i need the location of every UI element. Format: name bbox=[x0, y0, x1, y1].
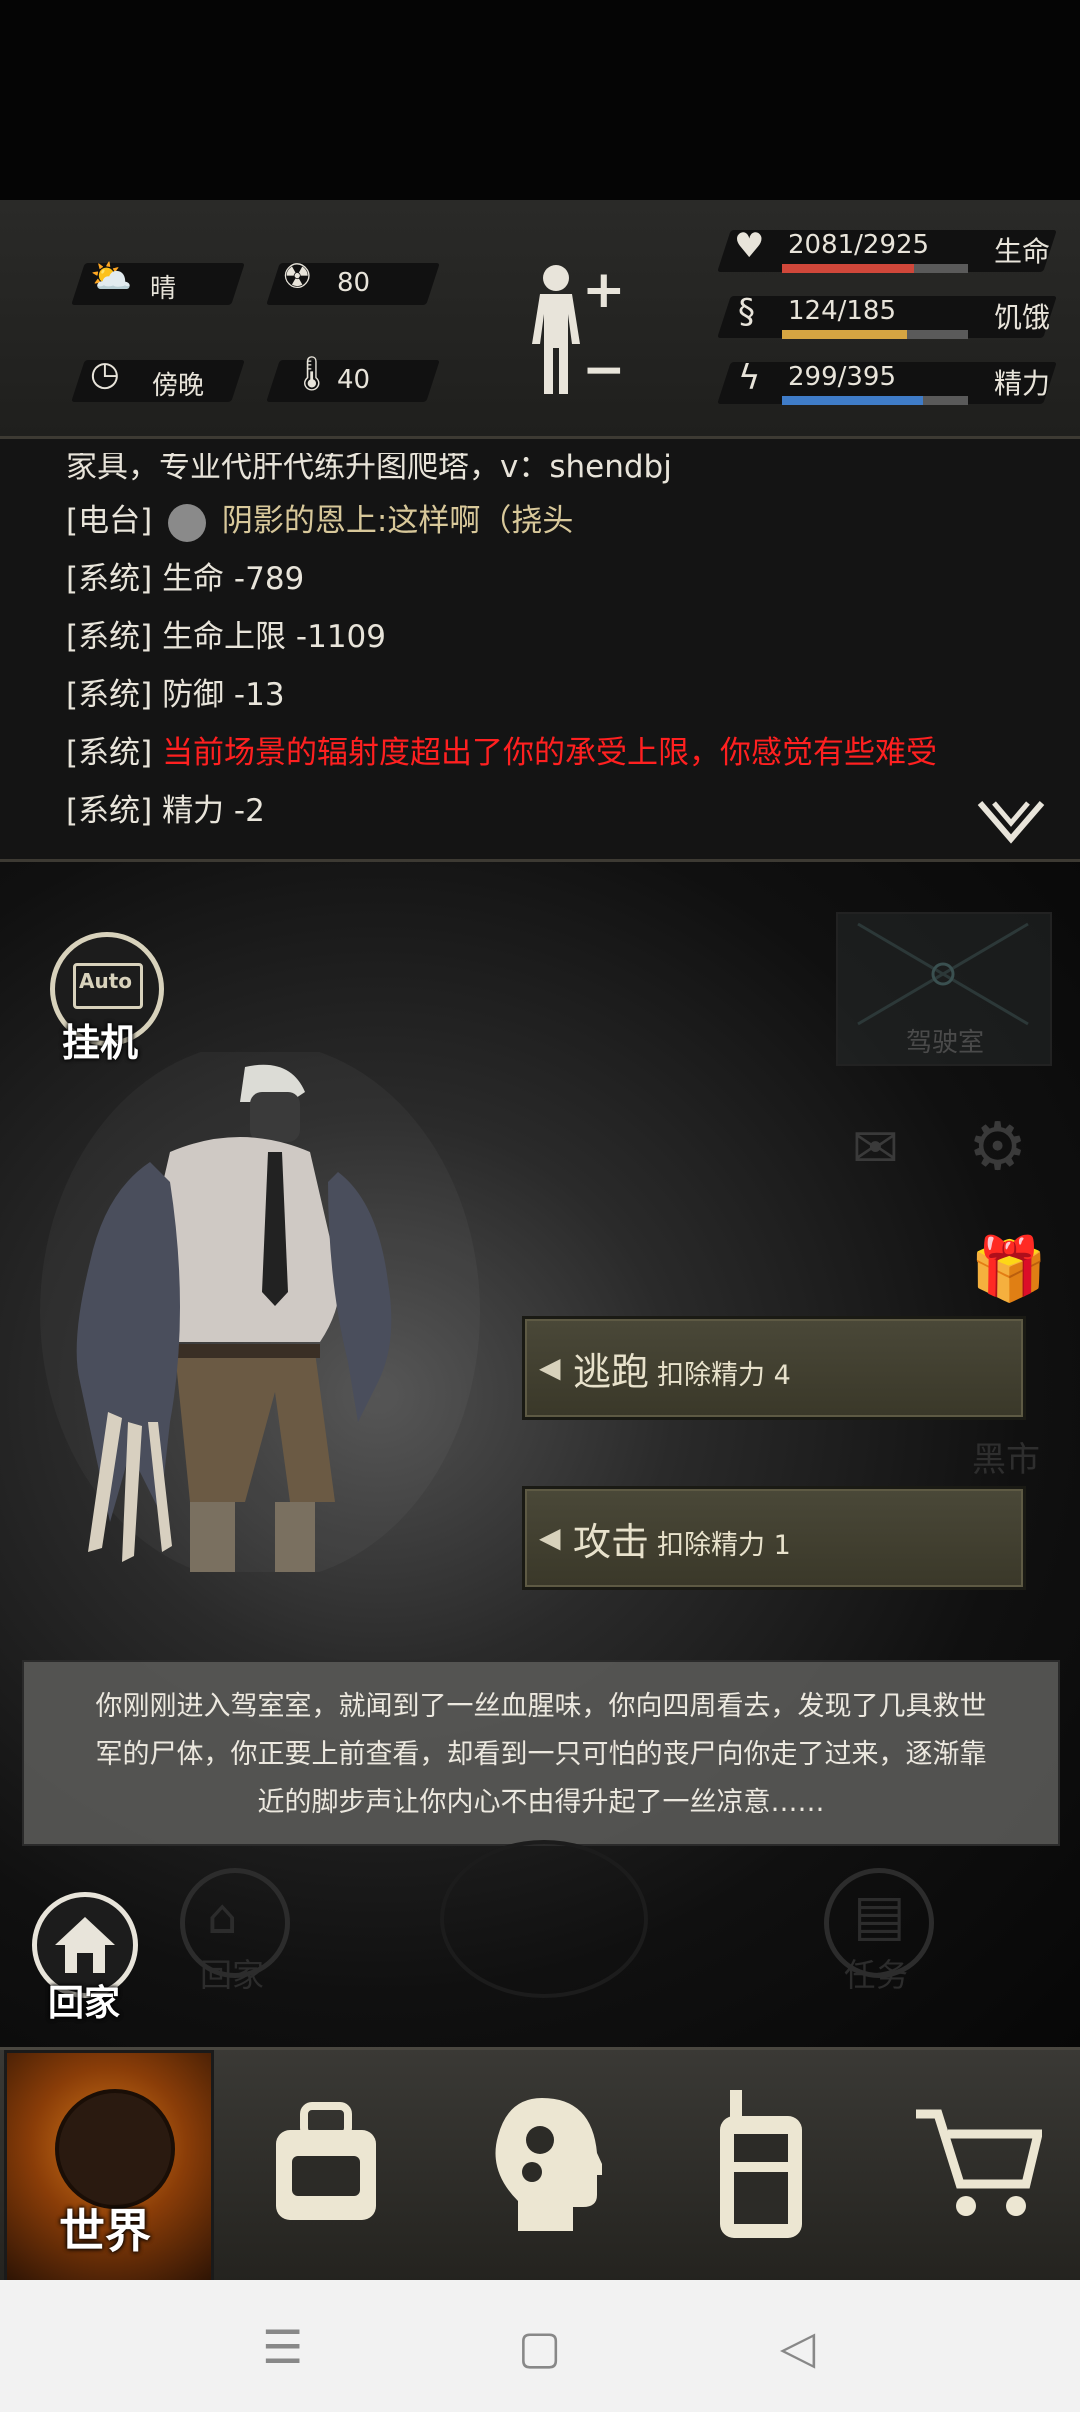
status-panel: ⛅ 晴 ☢ 80 ◷ 傍晚 🌡 40 + − ♥ 2081/2925 生命 § … bbox=[0, 200, 1080, 439]
menu-icon[interactable]: ☰ bbox=[262, 2320, 303, 2374]
chat-text: 阴影的恩上:这样啊（挠头 bbox=[221, 503, 574, 539]
hunger-bar-fill bbox=[782, 330, 907, 339]
nav-radio[interactable] bbox=[648, 2050, 864, 2282]
time-of-day-text: 傍晚 bbox=[152, 371, 205, 401]
energy-bar-fill bbox=[782, 396, 923, 405]
chat-line: [系统] 生命上限 -1109 bbox=[66, 611, 386, 656]
flee-button[interactable]: ◀ 逃跑 扣除精力 4 bbox=[522, 1316, 1026, 1420]
nav-shop[interactable] bbox=[864, 2050, 1080, 2282]
chat-prefix: [系统] bbox=[66, 677, 153, 713]
minus-icon[interactable]: − bbox=[582, 340, 626, 400]
lightning-icon: ϟ bbox=[738, 358, 761, 398]
radiation-value: 80 bbox=[337, 268, 371, 298]
left-triangle-icon: ◀ bbox=[539, 1521, 561, 1554]
home-square-icon[interactable]: ▢ bbox=[518, 2320, 561, 2374]
flee-label: 逃跑 bbox=[573, 1350, 650, 1394]
plus-icon[interactable]: + bbox=[582, 260, 626, 320]
story-textbox: 你刚刚进入驾室室，就闻到了一丝血腥味，你向四周看去，发现了几具救世 军的尸体，你… bbox=[22, 1660, 1060, 1846]
chat-text: 生命上限 -1109 bbox=[162, 619, 386, 655]
world-icon bbox=[55, 2089, 175, 2209]
cart-icon bbox=[916, 2109, 1042, 2216]
radio-icon bbox=[720, 2090, 802, 2238]
nav-skills[interactable] bbox=[432, 2050, 648, 2282]
health-value: 2081/2925 bbox=[788, 230, 930, 260]
energy-value: 299/395 bbox=[788, 362, 897, 392]
gear-icon[interactable]: ⚙ bbox=[968, 1108, 1027, 1185]
hunger-value: 124/185 bbox=[788, 296, 897, 326]
android-nav-bar: ☰ ▢ ◁ bbox=[0, 2280, 1080, 2412]
chat-text: 当前场景的辐射度超出了你的承受上限，你感觉有些难受 bbox=[162, 735, 938, 771]
chat-text: 生命 -789 bbox=[162, 561, 305, 597]
chat-prefix: [系统] bbox=[66, 735, 153, 771]
mail-icon[interactable]: ✉ bbox=[852, 1116, 899, 1181]
story-line: 你刚刚进入驾室室，就闻到了一丝血腥味，你向四周看去，发现了几具救世 bbox=[95, 1691, 987, 1722]
gift-icon[interactable]: 🎁 bbox=[970, 1232, 1047, 1306]
chat-text: 精力 -2 bbox=[162, 793, 265, 829]
home-faded-label: 回家 bbox=[200, 1956, 265, 1994]
radar-faded bbox=[440, 1840, 648, 1998]
clock-icon: ◷ bbox=[90, 354, 120, 394]
health-label: 生命 bbox=[994, 235, 1051, 268]
thermometer-icon: 🌡 bbox=[290, 354, 334, 394]
attack-label: 攻击 bbox=[573, 1520, 650, 1564]
nav-world[interactable]: 世界 bbox=[4, 2050, 214, 2288]
health-bar bbox=[782, 264, 968, 273]
nav-backpack[interactable] bbox=[216, 2050, 432, 2282]
chat-line: [系统] 生命 -789 bbox=[66, 553, 304, 598]
task-label[interactable]: 任务 bbox=[844, 1950, 908, 1996]
chat-log[interactable]: 家具，专业代肝代练升图爬塔，v：shendbj [电台] 阴影的恩上:这样啊（挠… bbox=[0, 439, 1080, 862]
chat-line: [系统] 当前场景的辐射度超出了你的承受上限，你感觉有些难受 bbox=[66, 727, 937, 772]
chat-prefix: [系统] bbox=[66, 619, 153, 655]
home-faded-icon: ⌂ bbox=[207, 1889, 238, 1945]
blackmarket-label[interactable]: 黑市 bbox=[972, 1432, 1040, 1481]
home-label[interactable]: 回家 bbox=[48, 1974, 120, 2026]
room-map-graphic bbox=[857, 922, 1029, 1026]
temperature-value: 40 bbox=[337, 365, 371, 395]
chat-line: [系统] 精力 -2 bbox=[66, 785, 265, 830]
flee-cost: 扣除精力 4 bbox=[657, 1360, 791, 1391]
chat-line: [电台] 阴影的恩上:这样啊（挠头 bbox=[66, 495, 573, 542]
double-chevron-down-icon[interactable] bbox=[976, 799, 1046, 845]
chat-line: [系统] 防御 -13 bbox=[66, 669, 285, 714]
gear-avatar-icon bbox=[168, 503, 207, 542]
document-icon: ▤ bbox=[853, 1883, 906, 1948]
weather-text: 晴 bbox=[150, 274, 177, 304]
chat-line: 家具，专业代肝代练升图爬塔，v：shendbj bbox=[66, 449, 672, 486]
left-triangle-icon: ◀ bbox=[539, 1351, 561, 1384]
hunger-label: 饥饿 bbox=[994, 301, 1051, 334]
room-label: 驾驶室 bbox=[906, 1028, 985, 1058]
bottom-nav: 世界 bbox=[0, 2047, 1080, 2288]
chat-text: 防御 -13 bbox=[162, 677, 285, 713]
attack-cost: 扣除精力 1 bbox=[657, 1530, 791, 1561]
hunger-bar bbox=[782, 330, 968, 339]
backpack-icon bbox=[276, 2102, 376, 2220]
health-bar-fill bbox=[782, 264, 915, 273]
chat-prefix: [系统] bbox=[66, 793, 153, 829]
story-line: 近的脚步声让你内心不由得升起了一丝凉意…… bbox=[257, 1787, 825, 1818]
chat-prefix: [系统] bbox=[66, 561, 153, 597]
world-label: 世界 bbox=[59, 2204, 151, 2258]
chat-prefix: [电台] bbox=[66, 503, 153, 539]
zombie-officer-enemy bbox=[40, 1052, 480, 1572]
brain-head-icon bbox=[495, 2098, 602, 2231]
cloud-sun-icon: ⛅ bbox=[90, 257, 133, 297]
stomach-icon: § bbox=[738, 292, 755, 332]
energy-bar bbox=[782, 396, 968, 405]
story-line: 军的尸体，你正要上前查看，却看到一只可怕的丧尸向你走了过来，逐渐靠 bbox=[95, 1739, 987, 1770]
chat-text: 家具，专业代肝代练升图爬塔，v：shendbj bbox=[66, 449, 672, 485]
radiation-icon: ☢ bbox=[282, 257, 313, 297]
auto-text: Auto bbox=[79, 969, 133, 993]
attack-button[interactable]: ◀ 攻击 扣除精力 1 bbox=[522, 1486, 1026, 1590]
room-map[interactable]: 驾驶室 bbox=[836, 912, 1052, 1066]
energy-label: 精力 bbox=[994, 367, 1051, 400]
heart-icon: ♥ bbox=[734, 226, 765, 266]
back-icon[interactable]: ◁ bbox=[780, 2320, 815, 2374]
